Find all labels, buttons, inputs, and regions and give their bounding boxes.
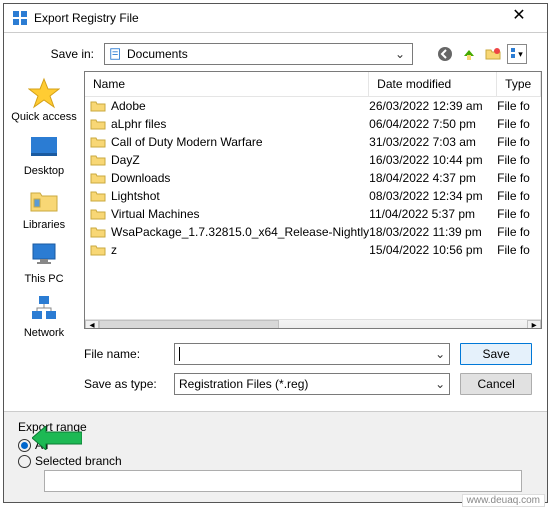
file-name: aLphr files <box>111 117 369 131</box>
cancel-button[interactable]: Cancel <box>460 373 532 395</box>
folder-icon <box>90 224 108 240</box>
up-icon[interactable] <box>459 44 479 64</box>
file-list: Name Date modified Type Adobe26/03/2022 … <box>84 71 542 329</box>
radio-all-label: All <box>35 438 48 452</box>
place-this-pc[interactable]: This PC <box>4 237 84 287</box>
file-type: File fo <box>497 117 541 131</box>
file-date: 11/04/2022 5:37 pm <box>369 207 497 221</box>
place-network[interactable]: Network <box>4 291 84 341</box>
folder-icon <box>90 134 108 150</box>
watermark: www.deuaq.com <box>462 494 545 507</box>
table-row[interactable]: Adobe26/03/2022 12:39 amFile fo <box>85 97 541 115</box>
file-type: File fo <box>497 243 541 257</box>
file-date: 18/03/2022 11:39 pm <box>369 225 497 239</box>
title-bar: Export Registry File ✕ <box>4 4 547 33</box>
table-row[interactable]: Call of Duty Modern Warfare31/03/2022 7:… <box>85 133 541 151</box>
horizontal-scrollbar[interactable]: ◂▸ <box>85 319 541 329</box>
file-name: WsaPackage_1.7.32815.0_x64_Release-Night… <box>111 225 369 239</box>
chevron-down-icon[interactable]: ⌄ <box>435 347 445 361</box>
column-headers: Name Date modified Type <box>85 72 541 97</box>
place-libraries[interactable]: Libraries <box>4 183 84 233</box>
radio-selected-label: Selected branch <box>35 454 122 468</box>
folder-icon <box>90 152 108 168</box>
file-date: 26/03/2022 12:39 am <box>369 99 497 113</box>
savetype-dropdown[interactable]: Registration Files (*.reg) ⌄ <box>174 373 450 395</box>
file-date: 08/03/2022 12:34 pm <box>369 189 497 203</box>
save-in-dropdown[interactable]: Documents ⌄ <box>104 43 413 65</box>
file-name: z <box>111 243 369 257</box>
folder-icon <box>90 170 108 186</box>
table-row[interactable]: Lightshot08/03/2022 12:34 pmFile fo <box>85 187 541 205</box>
file-date: 16/03/2022 10:44 pm <box>369 153 497 167</box>
place-quick-access[interactable]: Quick access <box>4 75 84 125</box>
registry-icon <box>12 10 28 26</box>
radio-all[interactable] <box>18 439 31 452</box>
file-type: File fo <box>497 225 541 239</box>
file-type: File fo <box>497 135 541 149</box>
export-range-group: Export range All Selected branch <box>4 411 547 502</box>
branch-input[interactable] <box>44 470 522 492</box>
export-range-title: Export range <box>18 420 533 434</box>
places-bar: Quick access Desktop Libraries This PC N… <box>4 71 84 411</box>
view-menu-icon[interactable]: ▾ <box>507 44 527 64</box>
radio-selected-branch[interactable] <box>18 455 31 468</box>
table-row[interactable]: aLphr files06/04/2022 7:50 pmFile fo <box>85 115 541 133</box>
folder-icon <box>90 188 108 204</box>
file-name: DayZ <box>111 153 369 167</box>
back-icon[interactable] <box>435 44 455 64</box>
file-type: File fo <box>497 99 541 113</box>
table-row[interactable]: DayZ16/03/2022 10:44 pmFile fo <box>85 151 541 169</box>
folder-icon <box>90 98 108 114</box>
save-in-value: Documents <box>127 47 392 61</box>
save-button[interactable]: Save <box>460 343 532 365</box>
file-name: Adobe <box>111 99 369 113</box>
file-date: 06/04/2022 7:50 pm <box>369 117 497 131</box>
file-date: 18/04/2022 4:37 pm <box>369 171 497 185</box>
file-date: 15/04/2022 10:56 pm <box>369 243 497 257</box>
file-name: Downloads <box>111 171 369 185</box>
documents-icon <box>109 47 123 61</box>
chevron-down-icon: ⌄ <box>392 47 408 61</box>
col-type[interactable]: Type <box>497 72 541 96</box>
col-date[interactable]: Date modified <box>369 72 497 96</box>
dialog-window: Export Registry File ✕ Save in: Document… <box>3 3 548 503</box>
savetype-label: Save as type: <box>84 377 164 391</box>
chevron-down-icon[interactable]: ⌄ <box>435 377 445 391</box>
table-row[interactable]: WsaPackage_1.7.32815.0_x64_Release-Night… <box>85 223 541 241</box>
window-title: Export Registry File <box>34 11 497 25</box>
save-in-label: Save in: <box>38 47 94 61</box>
place-desktop[interactable]: Desktop <box>4 129 84 179</box>
file-type: File fo <box>497 189 541 203</box>
folder-icon <box>90 206 108 222</box>
filename-input[interactable]: ⌄ <box>174 343 450 365</box>
filename-label: File name: <box>84 347 164 361</box>
col-name[interactable]: Name <box>85 72 369 96</box>
file-name: Lightshot <box>111 189 369 203</box>
file-name: Call of Duty Modern Warfare <box>111 135 369 149</box>
folder-icon <box>90 242 108 258</box>
file-type: File fo <box>497 171 541 185</box>
location-toolbar: Save in: Documents ⌄ ▾ <box>4 33 547 71</box>
file-type: File fo <box>497 153 541 167</box>
table-row[interactable]: Virtual Machines11/04/2022 5:37 pmFile f… <box>85 205 541 223</box>
table-row[interactable]: Downloads18/04/2022 4:37 pmFile fo <box>85 169 541 187</box>
file-type: File fo <box>497 207 541 221</box>
close-button[interactable]: ✕ <box>497 8 541 28</box>
folder-icon <box>90 116 108 132</box>
table-row[interactable]: z15/04/2022 10:56 pmFile fo <box>85 241 541 259</box>
new-folder-icon[interactable] <box>483 44 503 64</box>
file-name: Virtual Machines <box>111 207 369 221</box>
file-date: 31/03/2022 7:03 am <box>369 135 497 149</box>
